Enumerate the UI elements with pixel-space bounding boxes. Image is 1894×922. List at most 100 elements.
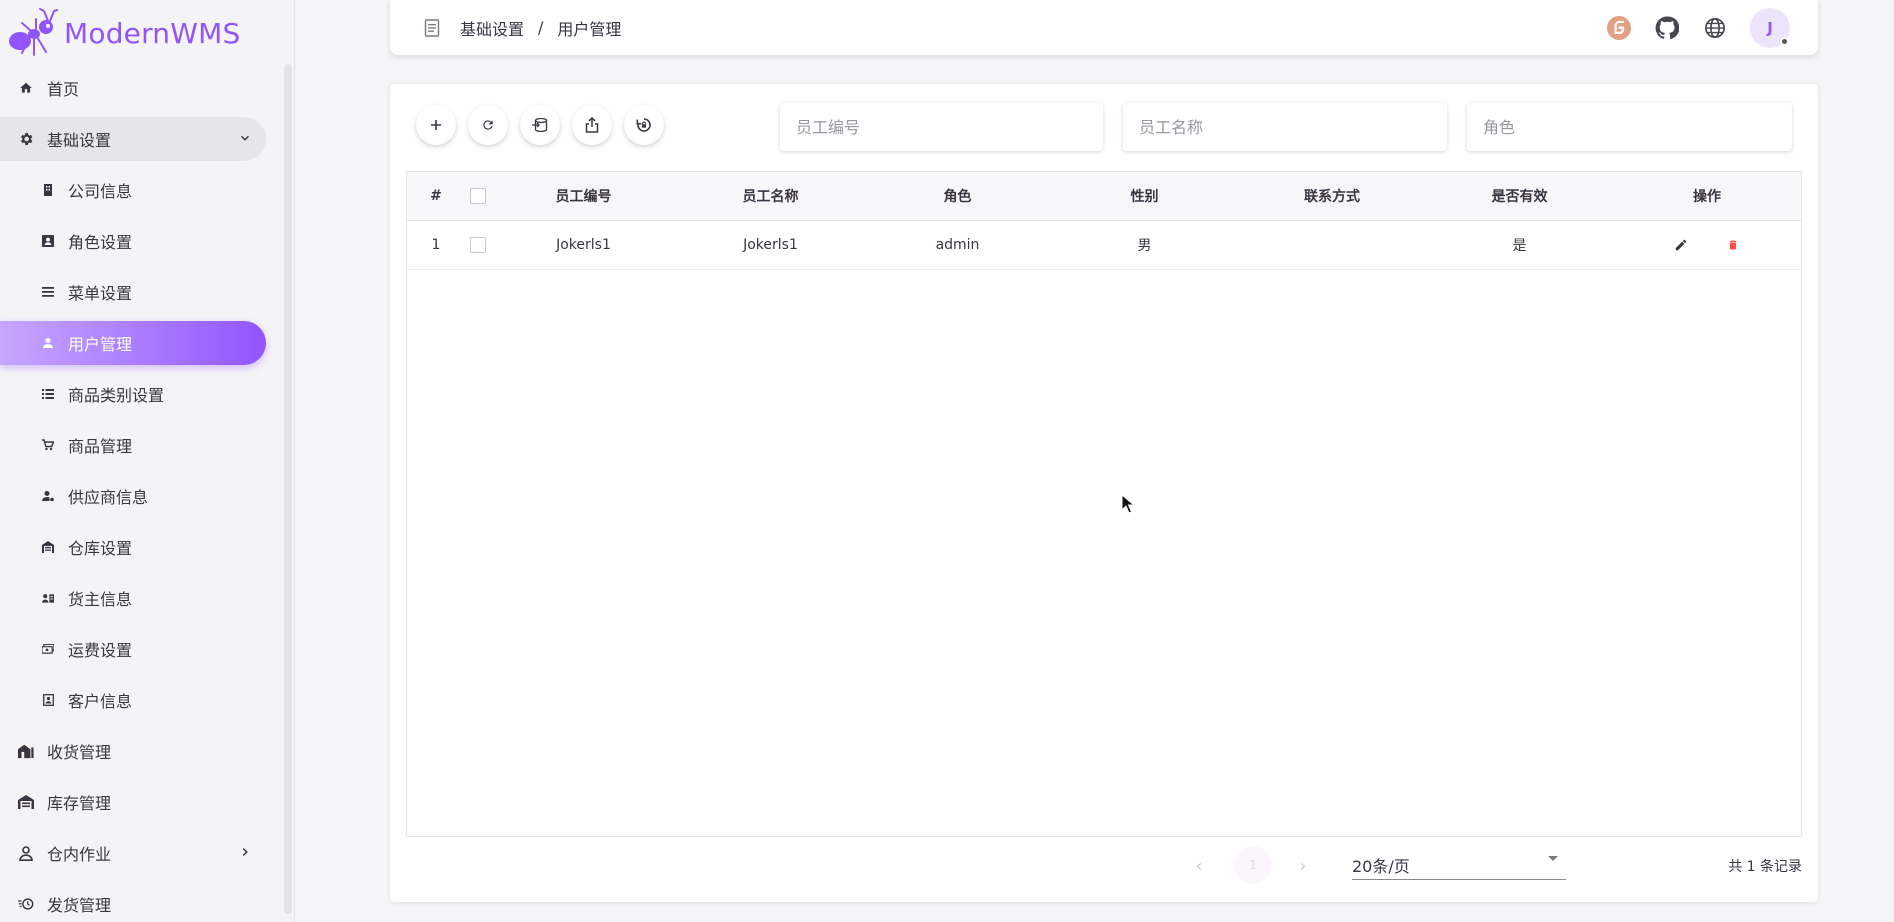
avatar[interactable]: J: [1750, 8, 1790, 48]
cell-role: admin: [935, 237, 980, 253]
avatar-initial: J: [1767, 19, 1773, 37]
sidebar-item-label: 仓内作业: [47, 845, 112, 864]
export-icon: [585, 117, 599, 133]
sidebar-item-freight-settings[interactable]: 运费设置: [0, 627, 266, 671]
sidebar-item-warehouse-settings[interactable]: 仓库设置: [0, 525, 266, 569]
reset-password-button[interactable]: [624, 105, 664, 145]
logo[interactable]: ModernWMS: [0, 0, 294, 66]
sidebar-item-company-info[interactable]: 公司信息: [0, 168, 266, 212]
col-header-index: #: [430, 188, 442, 204]
add-icon: [431, 120, 441, 130]
sidebar-item-label: 供应商信息: [68, 488, 149, 507]
col-header-user-num: 员工编号: [555, 189, 612, 205]
sidebar-item-role-settings[interactable]: 角色设置: [0, 219, 266, 263]
add-button[interactable]: [416, 105, 456, 145]
col-header-sex: 性别: [1130, 189, 1159, 205]
sidebar-item-category-settings[interactable]: 商品类别设置: [0, 372, 266, 416]
page-size-value: 20条/页: [1352, 856, 1410, 876]
page-number[interactable]: 1: [1234, 846, 1272, 884]
sidebar-item-label: 商品类别设置: [68, 386, 165, 405]
gear-icon: [18, 131, 34, 147]
import-icon: [532, 118, 548, 132]
col-header-role: 角色: [943, 189, 972, 205]
sidebar-item-label: 菜单设置: [68, 284, 133, 303]
row-checkbox[interactable]: [469, 237, 486, 253]
sidebar-item-stock[interactable]: 库存管理: [0, 780, 266, 824]
role-input[interactable]: [1467, 103, 1792, 151]
sidebar-item-label: 首页: [47, 80, 80, 99]
menu-icon: [42, 286, 54, 298]
table-row[interactable]: 1 Jokerls1 Jokerls1 admin 男 是: [407, 221, 1801, 270]
home-receive-icon: [18, 743, 34, 759]
sidebar-item-basic-settings[interactable]: 基础设置: [0, 117, 266, 161]
col-header-user-name: 员工名称: [742, 189, 799, 205]
gitee-icon[interactable]: [1606, 15, 1632, 41]
status-dot: [1780, 37, 1789, 46]
import-button[interactable]: [520, 105, 560, 145]
person-gear-icon: [42, 490, 54, 502]
col-header-is-valid: 是否有效: [1491, 189, 1548, 205]
sidebar-scrollbar[interactable]: [284, 64, 292, 914]
user-code-input[interactable]: [780, 103, 1103, 151]
sidebar-item-label: 用户管理: [68, 335, 133, 354]
app-name: ModernWMS: [64, 16, 241, 50]
sidebar-item-label: 基础设置: [47, 131, 112, 150]
sidebar-item-home[interactable]: 首页: [0, 66, 266, 110]
person-icon: [42, 337, 54, 349]
building-icon: [42, 184, 54, 196]
github-icon[interactable]: [1654, 15, 1680, 41]
prev-page-button[interactable]: ‹: [1190, 856, 1208, 875]
reset-password-icon: [636, 118, 651, 132]
select-all-checkbox[interactable]: [469, 188, 486, 204]
sidebar-item-warehouse-tasks[interactable]: 仓内作业: [0, 831, 266, 875]
mouse-cursor-icon: [1121, 494, 1135, 514]
badge-icon: [42, 235, 54, 247]
trash-icon: [1729, 240, 1737, 250]
col-header-operate: 操作: [1693, 189, 1721, 205]
pencil-icon: [1675, 239, 1687, 251]
export-button[interactable]: [572, 105, 612, 145]
cell-select: [465, 237, 490, 253]
sidebar-item-label: 发货管理: [47, 896, 112, 915]
cart-icon: [42, 439, 54, 451]
globe-icon[interactable]: [1702, 15, 1728, 41]
ant-logo-icon: [9, 8, 58, 56]
home-icon: [18, 80, 34, 96]
worker-icon: [18, 845, 34, 861]
breadcrumb-item-basic-settings[interactable]: 基础设置: [460, 16, 524, 40]
edit-button[interactable]: [1671, 235, 1691, 255]
header-actions: J: [1606, 8, 1790, 48]
sidebar-item-supplier-info[interactable]: 供应商信息: [0, 474, 266, 518]
sidebar-item-owner-info[interactable]: 货主信息: [0, 576, 266, 620]
breadcrumb-separator: /: [538, 18, 544, 37]
cell-user-num: Jokerls1: [556, 237, 611, 253]
sidebar-item-customer-info[interactable]: 客户信息: [0, 678, 266, 722]
chevron-right-icon: [242, 847, 248, 857]
sidebar-item-label: 库存管理: [47, 794, 112, 813]
cell-sex: 男: [1137, 238, 1152, 254]
breadcrumb: 基础设置 / 用户管理: [460, 16, 621, 40]
document-icon: [424, 18, 440, 37]
sidebar-item-label: 收货管理: [47, 743, 112, 762]
list-icon: [42, 388, 54, 400]
table-header: # 员工编号 员工名称 角色 性别 联系方式 是否有效 操作: [407, 172, 1801, 221]
user-table: # 员工编号 员工名称 角色 性别 联系方式 是否有效 操作 1 Jokerls…: [406, 171, 1802, 837]
sidebar-item-menu-settings[interactable]: 菜单设置: [0, 270, 266, 314]
page-size-select[interactable]: 20条/页: [1352, 850, 1566, 880]
next-page-button[interactable]: ›: [1294, 856, 1312, 875]
sidebar-item-label: 公司信息: [68, 182, 133, 201]
sidebar: ModernWMS 首页 基础设置 公司信息 角色设置 菜单设置 用户管理 商品…: [0, 0, 295, 922]
sidebar-item-user-management[interactable]: 用户管理: [0, 321, 266, 365]
cell-is-valid: 是: [1512, 238, 1527, 254]
delete-button[interactable]: [1723, 235, 1743, 255]
pagination: ‹ 1 › 20条/页 共 1 条记录: [390, 846, 1818, 886]
cell-operate: [1613, 235, 1801, 255]
warehouse-stock-icon: [18, 794, 34, 810]
refresh-icon: [483, 120, 493, 130]
sidebar-item-goods-management[interactable]: 商品管理: [0, 423, 266, 467]
refresh-button[interactable]: [468, 105, 508, 145]
user-name-input[interactable]: [1123, 103, 1447, 151]
sidebar-item-receiving[interactable]: 收货管理: [0, 729, 266, 773]
sidebar-item-delivery[interactable]: 发货管理: [0, 882, 266, 922]
col-header-select: [465, 188, 490, 204]
